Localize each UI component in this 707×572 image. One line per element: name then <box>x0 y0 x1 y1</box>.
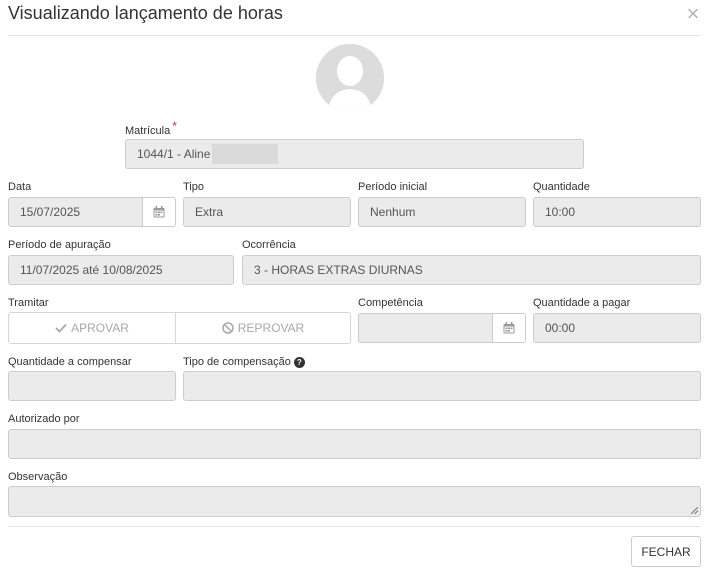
footer-divider <box>8 526 701 527</box>
required-mark: * <box>172 119 177 133</box>
check-icon <box>55 323 67 333</box>
tipo-field[interactable]: Extra <box>183 197 351 227</box>
observacao-textarea[interactable] <box>8 486 701 517</box>
periodo-inicial-field[interactable]: Nenhum <box>358 197 526 227</box>
approve-button-label: APROVAR <box>71 321 129 335</box>
quantidade-compensar-field[interactable] <box>8 371 176 401</box>
quantidade-pagar-field[interactable]: 00:00 <box>533 313 701 343</box>
close-icon[interactable]: × <box>683 2 703 26</box>
tipo-label: Tipo <box>183 181 204 193</box>
ocorrencia-field[interactable]: 3 - HORAS EXTRAS DIURNAS <box>242 255 701 285</box>
calendar-icon[interactable] <box>492 313 526 343</box>
tipo-compensacao-label: Tipo de compensação? <box>183 356 305 368</box>
quantidade-label: Quantidade <box>533 181 590 193</box>
autorizado-por-field[interactable] <box>8 429 701 459</box>
redacted-name <box>212 143 279 164</box>
periodo-inicial-label: Período inicial <box>358 181 428 193</box>
user-avatar-icon <box>316 44 384 112</box>
reject-button[interactable]: REPROVAR <box>176 312 351 344</box>
modal-title: Visualizando lançamento de horas <box>8 3 283 23</box>
resize-handle-icon[interactable] <box>691 507 698 514</box>
matricula-field[interactable]: 1044/1 - Aline <box>125 139 584 169</box>
question-circle-icon[interactable]: ? <box>293 357 305 368</box>
competencia-label: Competência <box>358 297 423 309</box>
autorizado-por-label: Autorizado por <box>8 413 80 425</box>
reject-button-label: REPROVAR <box>237 321 305 335</box>
approve-button[interactable]: APROVAR <box>8 312 176 344</box>
header-divider <box>8 35 701 36</box>
tramitar-label: Tramitar <box>8 297 49 309</box>
competencia-field[interactable] <box>358 313 493 343</box>
observacao-label: Observação <box>8 471 68 483</box>
matricula-label: Matrícula * <box>125 119 177 137</box>
quantidade-pagar-label: Quantidade a pagar <box>533 297 631 309</box>
calendar-icon[interactable] <box>142 197 176 227</box>
quantidade-compensar-label: Quantidade a compensar <box>8 356 132 368</box>
ban-icon <box>222 322 234 334</box>
ocorrencia-label: Ocorrência <box>242 239 296 251</box>
periodo-apuracao-field[interactable]: 11/07/2025 até 10/08/2025 <box>8 255 234 285</box>
tipo-compensacao-field[interactable] <box>183 371 701 401</box>
quantidade-field[interactable]: 10:00 <box>533 197 701 227</box>
periodo-apuracao-label: Período de apuração <box>8 239 111 251</box>
close-button[interactable]: FECHAR <box>631 536 701 567</box>
data-field[interactable]: 15/07/2025 <box>8 197 143 227</box>
data-label: Data <box>8 181 32 193</box>
